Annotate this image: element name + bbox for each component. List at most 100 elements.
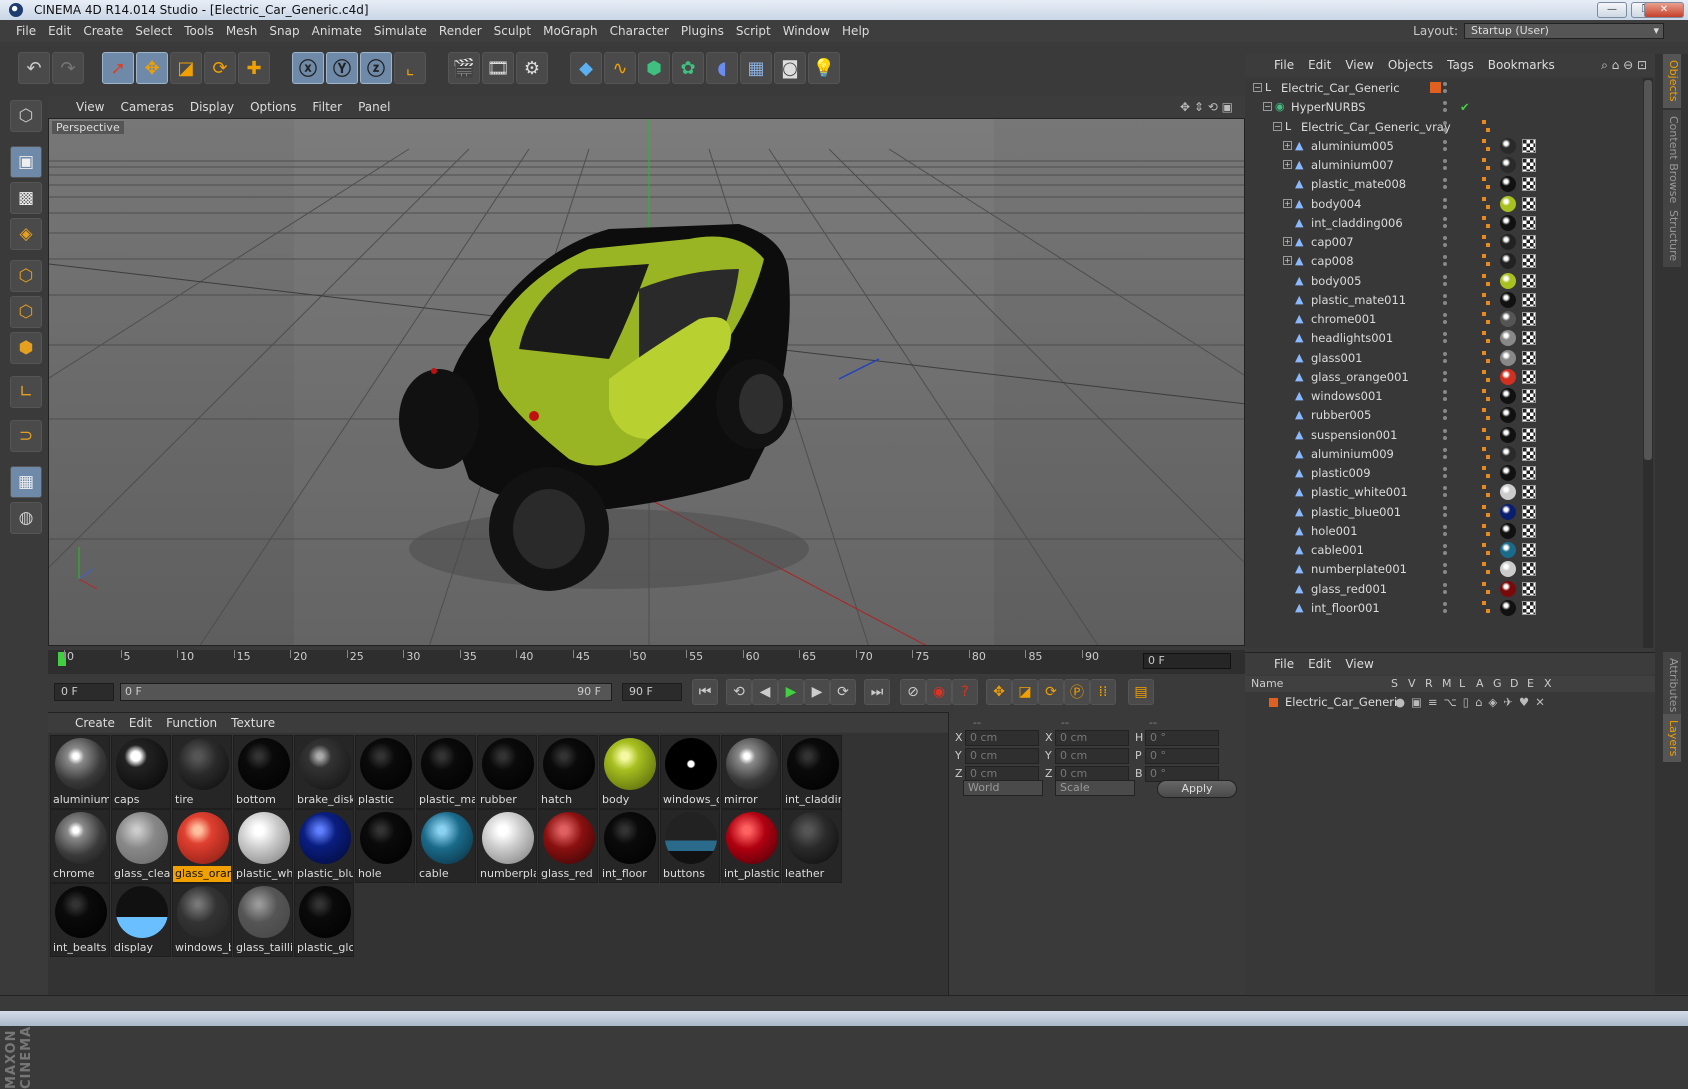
tree-expand-icon[interactable]: + [1283,140,1292,150]
layer-column-d[interactable]: D [1510,676,1518,692]
object-menu-edit[interactable]: Edit [1301,54,1338,76]
material-tag-icon[interactable] [1500,407,1516,424]
layer-column-r[interactable]: R [1425,676,1433,692]
material-tag-icon[interactable] [1500,599,1516,616]
material-tag-icon[interactable] [1500,137,1516,154]
keyframe-selection-icon[interactable]: ? [952,679,978,705]
object-row-glass-red001[interactable]: ▲ glass_red001 [1245,579,1655,599]
uvw-tag-icon[interactable] [1522,389,1536,403]
prev-key-icon[interactable]: ⟲ [726,679,752,705]
object-row-chrome001[interactable]: ▲ chrome001 [1245,309,1655,329]
tree-expand-icon[interactable]: − [1273,121,1282,131]
spline-pen-icon[interactable]: ∿ [604,52,636,84]
object-row-plastic-mate008[interactable]: ▲ plastic_mate008 [1245,174,1655,194]
coordinate-system-icon[interactable]: ⌞ [394,52,426,84]
minimize-button[interactable]: — [1597,2,1627,18]
last-tool-icon[interactable]: ✚ [238,52,270,84]
prev-frame-icon[interactable]: ◀ [752,679,778,705]
phong-tag-icon[interactable] [1480,235,1492,249]
timeline-ruler[interactable]: 0 5 10 15 20 25 30 35 40 45 50 55 60 65 70 75 80 85 90 0 F [48,650,1245,674]
uvw-tag-icon[interactable] [1522,177,1536,192]
uvw-tag-icon[interactable] [1522,292,1536,307]
workplane-mode-icon[interactable]: ◈ [10,218,42,250]
uvw-tag-icon[interactable] [1522,466,1536,480]
material-swatch-int-plastic[interactable]: int_plastic [721,809,781,883]
menu-snap[interactable]: Snap [263,20,305,42]
uvw-tag-icon[interactable] [1522,350,1536,365]
goto-end-icon[interactable]: ⏭ [864,679,890,705]
deformer-icon[interactable]: ◖ [706,52,738,84]
key-rotation-icon[interactable]: ⟳ [1038,679,1064,705]
viewport-menu-panel[interactable]: Panel [350,96,398,118]
layer-column-e[interactable]: E [1527,676,1534,692]
render-view-icon[interactable]: 🎬 [448,52,480,84]
object-row-hole001[interactable]: ▲ hole001 [1245,521,1655,541]
material-swatch-display[interactable]: display [111,883,171,957]
phong-tag-icon[interactable] [1480,581,1492,596]
uvw-tag-icon[interactable] [1522,369,1536,384]
points-mode-icon[interactable]: ⬡ [10,260,42,292]
material-swatch-plastic-blu[interactable]: plastic_blu [294,809,354,883]
material-menu-create[interactable]: Create [68,713,122,733]
material-swatch-body[interactable]: body [599,735,659,809]
material-swatch-hatch[interactable]: hatch [538,735,598,809]
uvw-tag-icon[interactable] [1522,600,1536,615]
uvw-tag-icon[interactable] [1522,254,1536,269]
phong-tag-icon[interactable] [1480,177,1492,191]
uvw-tag-icon[interactable] [1522,235,1536,249]
menu-create[interactable]: Create [77,20,129,42]
material-tag-icon[interactable] [1500,349,1516,366]
live-selection-icon[interactable]: ➚ [102,52,134,84]
undo-icon[interactable]: ↶ [18,52,50,84]
record-keys-icon[interactable]: ⊘ [900,679,926,705]
uvw-tag-icon[interactable] [1522,446,1536,461]
move-tool-icon[interactable]: ✥ [136,52,168,84]
layout-dropdown[interactable]: Startup (User) [1464,23,1664,39]
layer-column-x[interactable]: X [1544,676,1552,692]
material-swatch-chrome[interactable]: chrome [50,809,110,883]
uvw-tag-icon[interactable] [1522,273,1536,288]
phong-tag-icon[interactable] [1480,119,1492,134]
phong-tag-icon[interactable] [1480,138,1492,153]
object-menu-objects[interactable]: Objects [1381,54,1440,76]
menu-mesh[interactable]: Mesh [220,20,264,42]
edges-mode-icon[interactable]: ⬡ [10,296,42,328]
tree-expand-icon[interactable]: − [1263,102,1272,112]
next-frame-icon[interactable]: ▶ [804,679,830,705]
uvw-tag-icon[interactable] [1522,158,1536,172]
timeline-window-icon[interactable]: ▤ [1128,679,1154,705]
phong-tag-icon[interactable] [1480,446,1492,461]
uvw-tag-icon[interactable] [1522,312,1536,326]
material-tag-icon[interactable] [1500,561,1516,578]
coord-mode-dropdown[interactable]: World [963,780,1043,796]
phong-tag-icon[interactable] [1480,427,1492,442]
uvw-tag-icon[interactable] [1522,215,1536,230]
material-swatch-glass-tailli[interactable]: glass_tailli [233,883,293,957]
material-swatch-caps[interactable]: caps [111,735,171,809]
current-frame-field[interactable]: 0 F [1143,653,1231,669]
uvw-tag-icon[interactable] [1522,408,1536,423]
camera-icon[interactable]: ◙ [774,52,806,84]
menu-tools[interactable]: Tools [178,20,220,42]
tab-structure[interactable]: Structure [1663,204,1681,268]
goto-start-icon[interactable]: ⏮ [692,679,718,705]
coord-rotation-h-field[interactable]: 0 ° [1145,730,1219,746]
tab-objects[interactable]: Objects [1663,54,1681,108]
phong-tag-icon[interactable] [1480,273,1492,288]
mograph-array-icon[interactable]: ✿ [672,52,704,84]
object-menu-file[interactable]: File [1267,54,1301,76]
tab-attributes[interactable]: Attributes [1663,652,1681,719]
object-row-aluminium009[interactable]: ▲ aluminium009 [1245,444,1655,464]
material-tag-icon[interactable] [1500,484,1516,501]
apply-button[interactable]: Apply [1157,780,1237,798]
viewport-menu-display[interactable]: Display [182,96,242,118]
tree-expand-icon[interactable]: + [1283,256,1292,266]
menu-plugins[interactable]: Plugins [675,20,730,42]
material-tag-icon[interactable] [1500,426,1516,443]
key-position-icon[interactable]: ✥ [986,679,1012,705]
phong-tag-icon[interactable] [1480,562,1492,576]
phong-tag-icon[interactable] [1480,389,1492,403]
layer-column-name[interactable]: Name [1251,676,1283,692]
material-swatch-windows-c[interactable]: windows_c [660,735,720,809]
layer-toggle-icons[interactable]: ●▣≡⌥▯⌂◈✈♥✕ [1395,693,1551,711]
